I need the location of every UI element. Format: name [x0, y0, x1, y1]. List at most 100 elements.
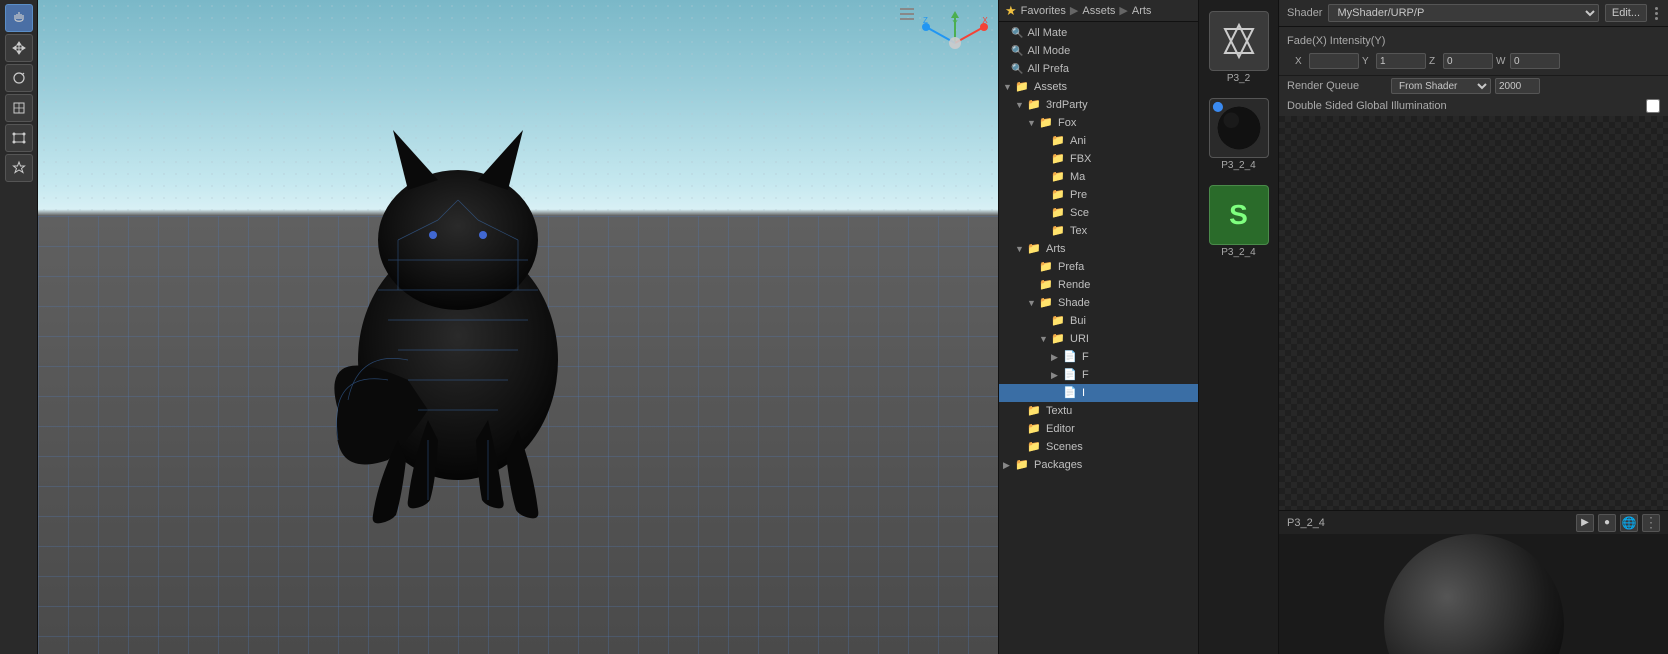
tree-arrow-assets: ▼ [1003, 82, 1015, 92]
scene-gizmo[interactable]: Y X Z [920, 8, 990, 78]
tree-fox[interactable]: ▼ 📁 Fox [999, 114, 1198, 132]
tree-assets-root[interactable]: ▼ 📁 Assets [999, 78, 1198, 96]
shader-dropdown[interactable]: MyShader/URP/P [1328, 4, 1598, 22]
x-input[interactable] [1309, 53, 1359, 69]
tree-label-packages: Packages [1034, 459, 1082, 471]
tree-3rdparty[interactable]: ▼ 📁 3rdParty [999, 96, 1198, 114]
tree-editor[interactable]: 📁 Editor [999, 420, 1198, 438]
hand-tool-button[interactable] [5, 4, 33, 32]
tree-uri[interactable]: ▼ 📁 URI [999, 330, 1198, 348]
tree-file-i[interactable]: 📄 I [999, 384, 1198, 402]
shader-s-icon: S [1229, 199, 1248, 231]
play-controls: ▶ ● 🌐 ⋮ [1576, 514, 1660, 532]
double-sided-row: Double Sided Global Illumination [1279, 96, 1668, 116]
fav-all-prefabs[interactable]: 🔍 All Prefa [999, 60, 1198, 78]
more-button[interactable]: ⋮ [1642, 514, 1660, 532]
fav-all-materials-label: All Mate [1027, 27, 1067, 39]
z-field: Z [1429, 53, 1493, 69]
tree-label-shade: Shade [1058, 297, 1090, 309]
viewport-menu-button[interactable] [896, 4, 918, 24]
shader-edit-button[interactable]: Edit... [1605, 4, 1647, 22]
double-sided-checkbox[interactable] [1646, 99, 1660, 113]
fox-character-model [238, 60, 678, 540]
globe-button[interactable]: 🌐 [1620, 514, 1638, 532]
double-sided-label: Double Sided Global Illumination [1287, 100, 1642, 112]
render-queue-number[interactable] [1495, 78, 1540, 94]
thumb-p3-2-4-shader-image: S [1209, 185, 1269, 245]
tree-pre[interactable]: 📁 Pre [999, 186, 1198, 204]
fav-all-models[interactable]: 🔍 All Mode [999, 42, 1198, 60]
rect-tool-button[interactable] [5, 124, 33, 152]
tree-label-uri: URI [1070, 333, 1089, 345]
tree-file-f2[interactable]: ▶ 📄 F [999, 366, 1198, 384]
tree-arrow-packages: ▶ [1003, 460, 1015, 471]
tree-label-sce: Sce [1070, 207, 1089, 219]
record-button[interactable]: ● [1598, 514, 1616, 532]
fav-all-materials[interactable]: 🔍 All Mate [999, 24, 1198, 42]
tree-tex[interactable]: 📁 Tex [999, 222, 1198, 240]
thumb-p3-2-4-shader[interactable]: S P3_2_4 [1205, 182, 1273, 261]
tree-rende[interactable]: 📁 Rende [999, 276, 1198, 294]
tree-label-ma: Ma [1070, 171, 1085, 183]
render-queue-label: Render Queue [1287, 80, 1387, 92]
y-input[interactable] [1376, 53, 1426, 69]
tree-ma[interactable]: 📁 Ma [999, 168, 1198, 186]
folder-icon-ani: 📁 [1051, 134, 1067, 148]
thumb-p3-2-4-shader-label: P3_2_4 [1221, 247, 1255, 258]
tree-fbx[interactable]: 📁 FBX [999, 150, 1198, 168]
thumb-p3-2-label: P3_2 [1227, 73, 1250, 84]
tree-label-bui: Bui [1070, 315, 1086, 327]
tree-ani[interactable]: 📁 Ani [999, 132, 1198, 150]
fav-all-prefabs-label: All Prefa [1027, 63, 1069, 75]
z-label: Z [1429, 56, 1441, 67]
tree-packages[interactable]: ▶ 📁 Packages [999, 456, 1198, 474]
tree-textu[interactable]: 📁 Textu [999, 402, 1198, 420]
tree-prefa[interactable]: 📁 Prefa [999, 258, 1198, 276]
thumb-p3-2[interactable]: P3_2 [1205, 8, 1273, 87]
folder-icon-sce: 📁 [1051, 206, 1067, 220]
file-tree-scroll[interactable]: 🔍 All Mate 🔍 All Mode 🔍 All Prefa ▼ 📁 As… [999, 22, 1198, 654]
breadcrumb-arts: Arts [1132, 5, 1152, 17]
inspector-menu-button[interactable] [1653, 5, 1660, 22]
folder-icon-prefa: 📁 [1039, 260, 1055, 274]
folder-icon-textu: 📁 [1027, 404, 1043, 418]
svg-text:X: X [982, 16, 988, 25]
tree-label-pre: Pre [1070, 189, 1087, 201]
preview-sphere [1384, 534, 1564, 654]
tree-arrow-f1: ▶ [1051, 352, 1063, 363]
xyzw-row: X Y Z W [1287, 51, 1660, 71]
move-tool-button[interactable] [5, 34, 33, 62]
transform-tool-button[interactable] [5, 154, 33, 182]
render-queue-dropdown[interactable]: From Shader [1391, 78, 1491, 94]
z-input[interactable] [1443, 53, 1493, 69]
w-input[interactable] [1510, 53, 1560, 69]
tree-arrow-f2: ▶ [1051, 370, 1063, 381]
fade-label: Fade(X) Intensity(Y) [1287, 35, 1407, 47]
tree-bui[interactable]: 📁 Bui [999, 312, 1198, 330]
folder-icon-rende: 📁 [1039, 278, 1055, 292]
tree-file-f1[interactable]: ▶ 📄 F [999, 348, 1198, 366]
asset-thumbnails-panel: P3_2 P3_2_4 S P3_2_4 [1199, 0, 1279, 654]
scale-tool-button[interactable] [5, 94, 33, 122]
shader-label: Shader [1287, 7, 1322, 19]
tree-scenes[interactable]: 📁 Scenes [999, 438, 1198, 456]
file-icon-f1: 📄 [1063, 350, 1079, 364]
tree-sce[interactable]: 📁 Sce [999, 204, 1198, 222]
project-panel: ★ Favorites ▶ Assets ▶ Arts 🔍 All Mate 🔍… [999, 0, 1199, 654]
tree-arrow-arts: ▼ [1015, 244, 1027, 254]
search-icon-models: 🔍 [1011, 46, 1023, 57]
folder-icon-fox: 📁 [1039, 116, 1055, 130]
tree-shade[interactable]: ▼ 📁 Shade [999, 294, 1198, 312]
tree-label-editor: Editor [1046, 423, 1075, 435]
tree-arrow-uri: ▼ [1039, 334, 1051, 344]
fade-intensity-row: Fade(X) Intensity(Y) [1287, 31, 1660, 51]
thumb-p3-2-4-sphere[interactable]: P3_2_4 [1205, 95, 1273, 174]
y-label: Y [1362, 56, 1374, 67]
folder-icon-fbx: 📁 [1051, 152, 1067, 166]
rotate-tool-button[interactable] [5, 64, 33, 92]
scene-viewport[interactable]: Y X Z [38, 0, 998, 654]
play-button[interactable]: ▶ [1576, 514, 1594, 532]
file-icon-f2: 📄 [1063, 368, 1079, 382]
folder-icon-scenes: 📁 [1027, 440, 1043, 454]
tree-arts[interactable]: ▼ 📁 Arts [999, 240, 1198, 258]
